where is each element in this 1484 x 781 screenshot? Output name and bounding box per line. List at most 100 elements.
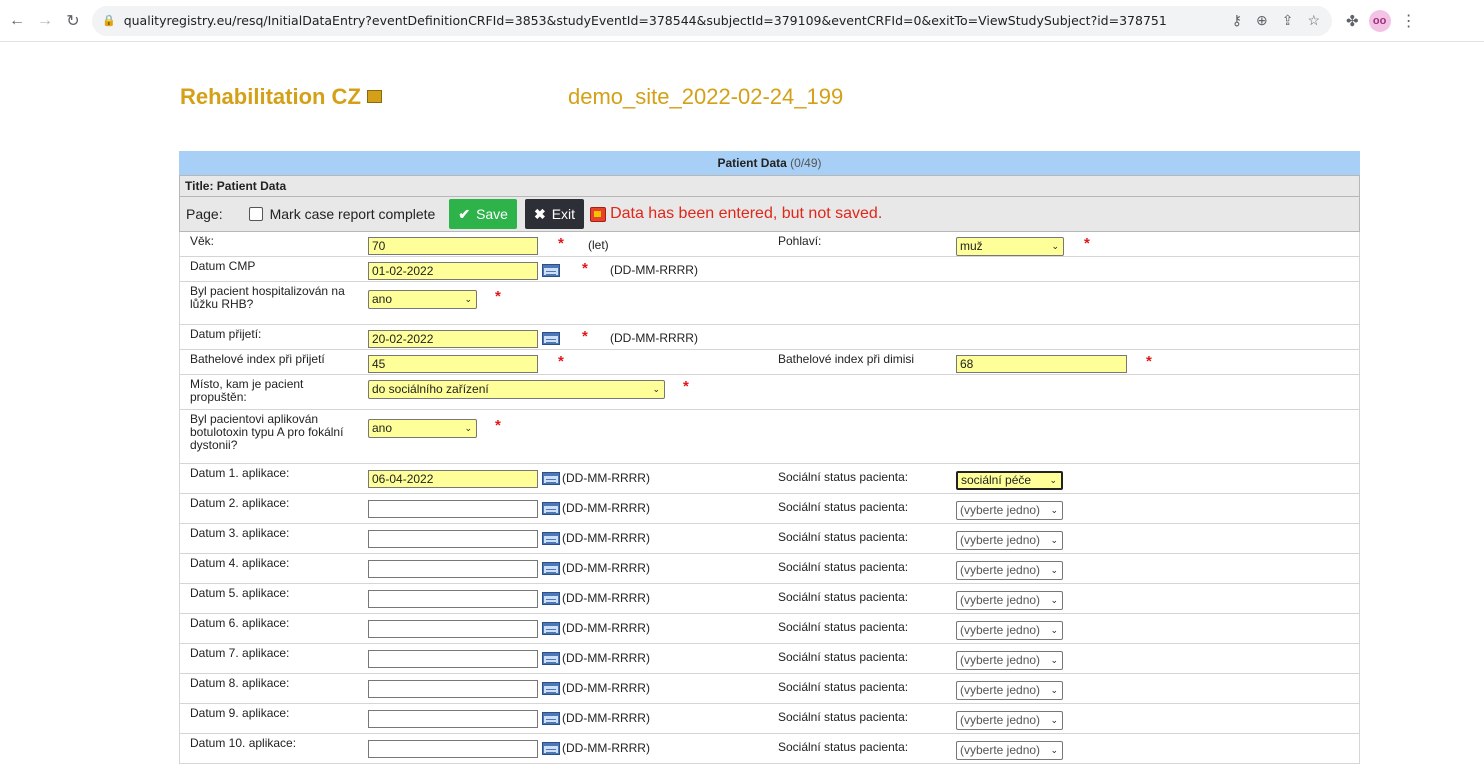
calendar-icon[interactable]	[542, 502, 560, 515]
required-marker: *	[495, 288, 501, 305]
application-date-input[interactable]	[368, 650, 538, 668]
age-input[interactable]: 70	[368, 237, 538, 255]
save-button[interactable]: ✔ Save	[449, 199, 517, 229]
social-status-label: Sociální status pacienta:	[778, 560, 909, 574]
registry-info-icon[interactable]	[366, 89, 382, 103]
social-status-select[interactable]: (vyberte jedno) ⌄	[956, 741, 1063, 760]
application-date-input[interactable]	[368, 680, 538, 698]
admission-date-label: Datum přijetí:	[190, 327, 262, 341]
calendar-icon[interactable]	[542, 592, 560, 605]
social-status-select[interactable]: (vyberte jedno) ⌄	[956, 531, 1063, 550]
calendar-icon[interactable]	[542, 652, 560, 665]
barthel-discharge-input[interactable]: 68	[956, 355, 1127, 373]
field-row-age: Věk: 70 * (let) Pohlaví: muž ⌄ *	[180, 232, 1359, 257]
calendar-icon[interactable]	[542, 622, 560, 635]
forward-arrow-icon[interactable]: →	[34, 10, 56, 32]
back-arrow-icon[interactable]: ←	[6, 10, 28, 32]
date-format-hint: (DD-MM-RRRR)	[562, 591, 650, 605]
field-row-discharge-place: Místo, kam je pacient propuštěn: do soci…	[180, 375, 1359, 410]
calendar-icon[interactable]	[542, 332, 560, 345]
application-date-input[interactable]	[368, 500, 538, 518]
social-status-select[interactable]: (vyberte jedno) ⌄	[956, 501, 1063, 520]
field-row-botulotoxin: Byl pacientovi aplikován botulotoxin typ…	[180, 410, 1359, 464]
chevron-down-icon: ⌄	[1050, 715, 1058, 725]
date-format-hint: (DD-MM-RRRR)	[562, 621, 650, 635]
calendar-icon[interactable]	[542, 562, 560, 575]
application-date-label: Datum 5. aplikace:	[190, 586, 290, 600]
calendar-icon[interactable]	[542, 264, 560, 277]
application-date-label: Datum 9. aplikace:	[190, 706, 290, 720]
social-status-label: Sociální status pacienta:	[778, 650, 909, 664]
reload-icon[interactable]: ↻	[62, 10, 84, 32]
browser-toolbar: ← → ↻ 🔒 qualityregistry.eu/resq/InitialD…	[0, 0, 1484, 42]
date-format-hint: (DD-MM-RRRR)	[562, 501, 650, 515]
profile-avatar[interactable]: oo	[1368, 9, 1391, 32]
calendar-icon[interactable]	[542, 682, 560, 695]
chevron-down-icon: ⌄	[1050, 595, 1058, 605]
chevron-down-icon: ⌄	[1050, 655, 1058, 665]
application-date-input[interactable]: 06-04-2022	[368, 470, 538, 488]
extensions-puzzle-icon[interactable]: ✤	[1346, 12, 1359, 30]
calendar-icon[interactable]	[542, 712, 560, 725]
application-date-input[interactable]	[368, 620, 538, 638]
social-status-select[interactable]: (vyberte jedno) ⌄	[956, 651, 1063, 670]
botulotoxin-label: Byl pacientovi aplikován botulotoxin typ…	[190, 412, 344, 452]
share-icon[interactable]: ⇪	[1282, 12, 1294, 29]
application-date-label: Datum 3. aplikace:	[190, 526, 290, 540]
chevron-down-icon: ⌄	[1050, 505, 1058, 515]
calendar-icon[interactable]	[542, 532, 560, 545]
barthel-admission-input[interactable]: 45	[368, 355, 538, 373]
age-label: Věk:	[190, 234, 215, 248]
zoom-icon[interactable]: ⊕	[1256, 12, 1268, 29]
date-format-hint: (DD-MM-RRRR)	[562, 531, 650, 545]
social-status-select[interactable]: sociální péče ⌄	[956, 471, 1063, 490]
date-format-hint: (DD-MM-RRRR)	[562, 681, 650, 695]
sex-label: Pohlaví:	[778, 234, 822, 248]
key-icon[interactable]: ⚷	[1232, 12, 1242, 29]
application-row: Datum 1. aplikace: 06-04-2022 (DD-MM-RRRR)…	[180, 464, 1359, 494]
social-status-label: Sociální status pacienta:	[778, 620, 909, 634]
application-date-input[interactable]	[368, 740, 538, 758]
field-row-hospitalized: Byl pacient hospitalizován na lůžku RHB?…	[180, 282, 1359, 325]
application-row: Datum 5. aplikace: (DD-MM-RRRR) Sociální s…	[180, 584, 1359, 614]
hospitalized-select[interactable]: ano ⌄	[368, 290, 477, 309]
application-row: Datum 6. aplikace: (DD-MM-RRRR) Sociální s…	[180, 614, 1359, 644]
discharge-place-select[interactable]: do sociálního zařízení ⌄	[368, 380, 665, 399]
calendar-icon[interactable]	[542, 742, 560, 755]
address-bar[interactable]: 🔒 qualityregistry.eu/resq/InitialDataEnt…	[92, 5, 1332, 36]
stroke-date-input[interactable]: 01-02-2022	[368, 262, 538, 280]
required-marker: *	[582, 328, 588, 345]
social-status-select[interactable]: (vyberte jedno) ⌄	[956, 561, 1063, 580]
browser-menu-icon[interactable]: ⋮	[1401, 11, 1417, 31]
application-date-input[interactable]	[368, 530, 538, 548]
social-status-select[interactable]: (vyberte jedno) ⌄	[956, 711, 1063, 730]
crf-form: Patient Data (0/49) Title: Patient Data …	[179, 151, 1360, 764]
chevron-down-icon: ⌄	[1050, 745, 1058, 755]
application-rows: Datum 1. aplikace: 06-04-2022 (DD-MM-RRRR)…	[180, 464, 1359, 764]
application-date-input[interactable]	[368, 590, 538, 608]
social-status-select[interactable]: (vyberte jedno) ⌄	[956, 681, 1063, 700]
mark-complete-checkbox[interactable]	[248, 207, 263, 221]
botulotoxin-select[interactable]: ano ⌄	[368, 419, 477, 438]
chevron-down-icon: ⌄	[652, 384, 660, 394]
application-date-input[interactable]	[368, 560, 538, 578]
chevron-down-icon: ⌄	[1051, 241, 1059, 251]
application-date-label: Datum 8. aplikace:	[190, 676, 290, 690]
social-status-select[interactable]: (vyberte jedno) ⌄	[956, 621, 1063, 640]
sex-select[interactable]: muž ⌄	[956, 237, 1064, 256]
form-title-bar: Title: Patient Data	[179, 175, 1360, 196]
mark-complete-label[interactable]: Mark case report complete	[270, 206, 436, 222]
chevron-down-icon: ⌄	[1050, 625, 1058, 635]
social-status-select[interactable]: (vyberte jedno) ⌄	[956, 591, 1063, 610]
admission-date-input[interactable]: 20-02-2022	[368, 330, 538, 348]
application-date-input[interactable]	[368, 710, 538, 728]
unsaved-warning: Data has been entered, but not saved.	[610, 205, 883, 222]
exit-button[interactable]: ✖ Exit	[524, 199, 585, 229]
required-marker: *	[495, 417, 501, 434]
calendar-icon[interactable]	[542, 472, 560, 485]
application-row: Datum 8. aplikace: (DD-MM-RRRR) Sociální s…	[180, 674, 1359, 704]
url-text[interactable]: qualityregistry.eu/resq/InitialDataEntry…	[124, 13, 1167, 28]
lock-icon[interactable]: 🔒	[102, 14, 116, 27]
bookmark-star-icon[interactable]: ☆	[1307, 12, 1320, 29]
chevron-down-icon: ⌄	[464, 423, 472, 433]
